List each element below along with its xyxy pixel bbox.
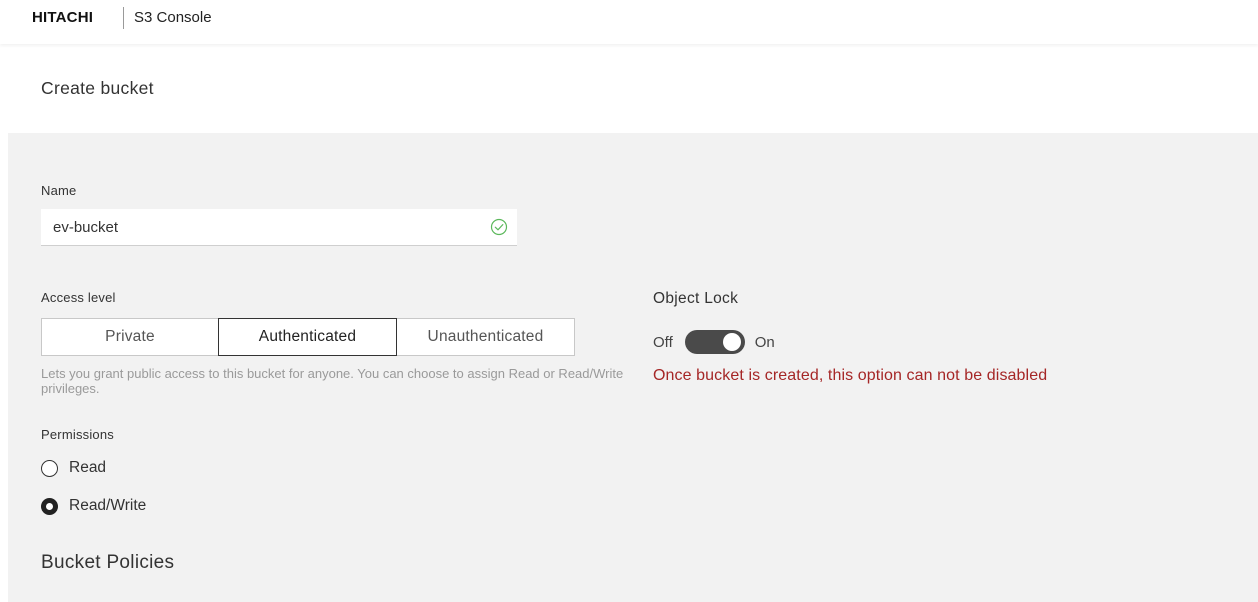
brand-logo[interactable]: HITACHI [32, 9, 93, 26]
access-level-helper-text: Lets you grant public access to this buc… [41, 366, 624, 396]
permission-read-write-label: Read/Write [69, 497, 147, 514]
object-lock-warning: Once bucket is created, this option can … [653, 367, 1048, 384]
check-circle-icon [490, 218, 508, 236]
radio-unchecked-icon[interactable] [41, 459, 58, 477]
toggle-knob [722, 333, 741, 351]
access-level-label: Access level [41, 290, 116, 305]
access-authenticated-option[interactable]: Authenticated [218, 318, 397, 356]
bucket-name-value: ev-bucket [53, 219, 119, 236]
bucket-policies-title: Bucket Policies [41, 552, 175, 573]
radio-checked-icon[interactable] [41, 497, 58, 515]
permission-read-label: Read [69, 459, 107, 476]
object-lock-toggle-row: Off On [653, 330, 775, 354]
page-title: Create bucket [41, 78, 154, 98]
access-unauthenticated-option[interactable]: Unauthenticated [396, 318, 575, 356]
top-bar: HITACHI S3 Console [0, 0, 1258, 44]
permissions-label: Permissions [41, 427, 114, 442]
access-private-option[interactable]: Private [41, 318, 219, 356]
permission-read-option[interactable]: Read [41, 458, 106, 478]
name-label: Name [41, 183, 77, 198]
object-lock-title: Object Lock [653, 290, 739, 307]
bucket-name-input[interactable]: ev-bucket [41, 209, 517, 246]
permission-read-write-option[interactable]: Read/Write [41, 496, 146, 516]
app-name: S3 Console [134, 9, 212, 26]
brand-divider [123, 7, 124, 29]
access-level-selector: Private Authenticated Unauthenticated [41, 318, 575, 356]
toggle-on-label: On [754, 333, 775, 351]
object-lock-toggle[interactable] [684, 330, 745, 354]
toggle-off-label: Off [653, 333, 673, 351]
